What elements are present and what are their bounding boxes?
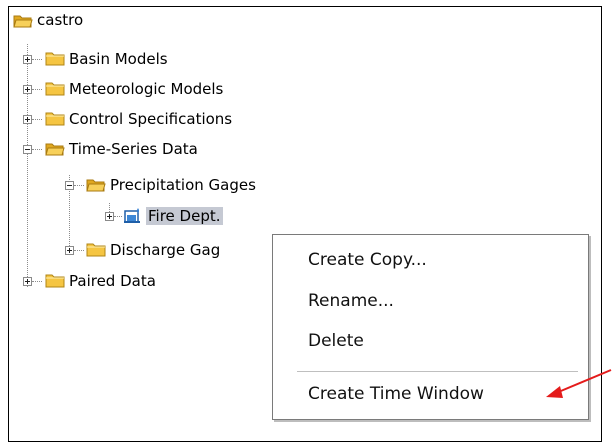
folder-icon <box>45 112 65 126</box>
tree-node-basin-models[interactable]: Basin Models <box>67 50 170 68</box>
folder-open-icon <box>45 143 65 156</box>
tree-guide-line <box>74 250 84 251</box>
tree-node-fire-dept[interactable]: Fire Dept. <box>146 207 223 225</box>
tree-node-paired-data[interactable]: Paired Data <box>67 272 158 290</box>
tree-guide-line <box>32 59 42 60</box>
menu-item-create-copy[interactable]: Create Copy... <box>308 249 427 271</box>
tree-guide-line <box>27 44 28 287</box>
folder-icon <box>45 274 65 288</box>
expand-plus-icon[interactable] <box>23 85 32 94</box>
precipitation-gage-icon <box>124 208 140 223</box>
tree-guide-line <box>32 281 42 282</box>
watershed-explorer-panel: castro Basin Models Meteorologic Models … <box>8 6 602 442</box>
menu-item-delete[interactable]: Delete <box>308 330 364 352</box>
tree-guide-line <box>32 89 42 90</box>
menu-item-rename[interactable]: Rename... <box>308 290 394 312</box>
tree-node-time-series-data[interactable]: Time-Series Data <box>67 140 200 158</box>
folder-icon <box>86 243 106 257</box>
folder-open-icon <box>13 15 33 28</box>
expand-plus-icon[interactable] <box>65 246 74 255</box>
tree-guide-line <box>74 185 84 186</box>
expand-plus-icon[interactable] <box>23 55 32 64</box>
tree-guide-line <box>32 149 42 150</box>
collapse-minus-icon[interactable] <box>65 181 74 190</box>
context-menu: Create Copy... Rename... Delete Create T… <box>272 234 589 420</box>
tree-node-meteorologic-models[interactable]: Meteorologic Models <box>67 80 225 98</box>
tree-guide-line <box>32 119 42 120</box>
expand-plus-icon[interactable] <box>105 212 114 221</box>
expand-plus-icon[interactable] <box>23 115 32 124</box>
expand-plus-icon[interactable] <box>23 277 32 286</box>
folder-icon <box>45 82 65 96</box>
tree-node-control-specifications[interactable]: Control Specifications <box>67 110 234 128</box>
tree-node-castro[interactable]: castro <box>35 11 85 29</box>
menu-item-create-time-window[interactable]: Create Time Window <box>308 383 484 405</box>
tree-node-precipitation-gages[interactable]: Precipitation Gages <box>108 176 258 194</box>
folder-open-icon <box>86 179 106 192</box>
tree-node-discharge-gages[interactable]: Discharge Gag <box>108 241 222 259</box>
folder-icon <box>45 52 65 66</box>
menu-separator <box>297 371 578 372</box>
collapse-minus-icon[interactable] <box>23 145 32 154</box>
tree-guide-line <box>114 216 122 217</box>
